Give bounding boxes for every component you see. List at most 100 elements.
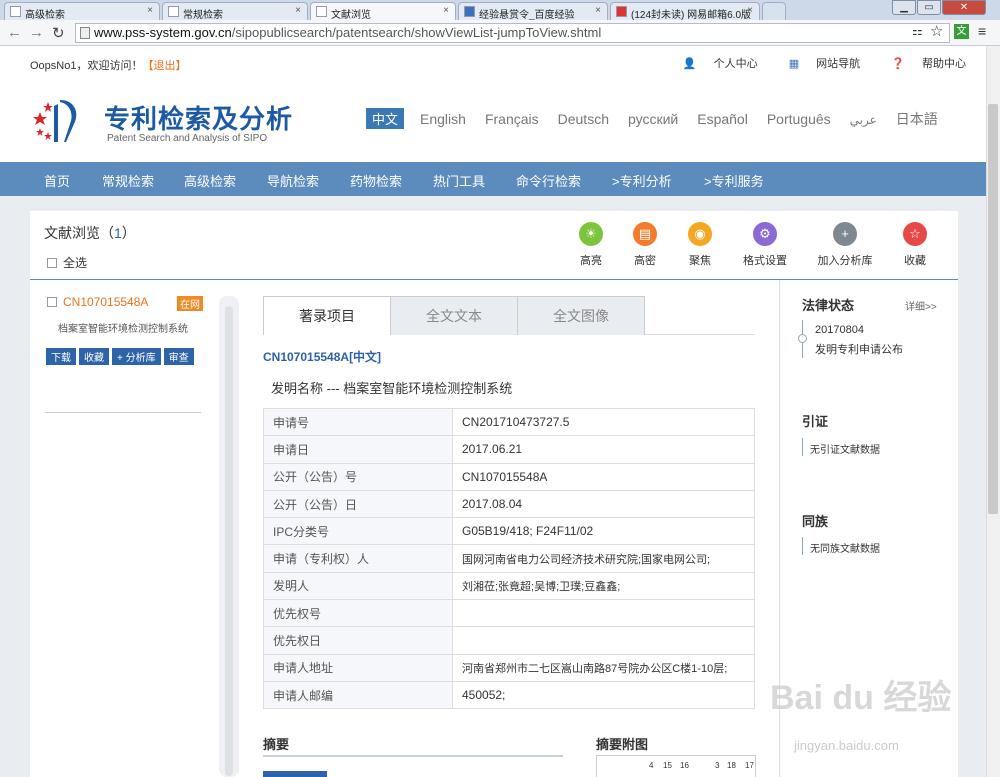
- tab-fulltext[interactable]: 全文文本: [390, 296, 518, 335]
- new-tab-button[interactable]: [762, 2, 786, 20]
- nav-hot-tools[interactable]: 热门工具: [433, 171, 485, 190]
- tab-label: 高级检索: [25, 10, 65, 20]
- reload-icon[interactable]: ↻: [52, 24, 65, 42]
- help-link[interactable]: ❓ 帮助中心: [877, 58, 966, 70]
- doc-count: 1: [114, 225, 122, 241]
- left-list-scrollbar[interactable]: [219, 296, 239, 777]
- tool-label: 加入分析库: [817, 255, 873, 267]
- logout-link[interactable]: 【退出】: [142, 60, 186, 72]
- nav-advanced-search[interactable]: 高级检索: [184, 171, 236, 190]
- forward-icon[interactable]: →: [29, 24, 44, 41]
- menu-icon[interactable]: ≡: [978, 23, 986, 39]
- close-window-icon[interactable]: ✕: [942, 0, 986, 15]
- collect-button[interactable]: 收藏: [79, 348, 109, 365]
- page-scrollbar[interactable]: [986, 46, 1000, 777]
- table-row: 申请人地址 河南省郑州市二七区嵩山南路87号院办公区C楼1-10层;: [263, 653, 755, 682]
- abstract-tab[interactable]: [263, 771, 327, 777]
- citation-info: 无引证文献数据: [810, 445, 880, 456]
- download-button[interactable]: 下载: [46, 348, 76, 365]
- timeline-dot: [798, 334, 807, 343]
- legal-status-more-link[interactable]: 详细>>: [905, 298, 937, 313]
- back-icon[interactable]: ←: [7, 24, 22, 41]
- left-patent-number[interactable]: CN107015548A: [63, 295, 148, 309]
- lang-english[interactable]: English: [420, 111, 466, 127]
- mail-icon: [616, 6, 627, 17]
- browser-tab[interactable]: 高级检索 ×: [4, 2, 160, 20]
- translate-icon[interactable]: ⚏: [912, 24, 923, 38]
- figure-label: 15: [663, 761, 672, 770]
- lang-french[interactable]: Français: [485, 111, 539, 127]
- browser-tab-active[interactable]: 文献浏览 ×: [310, 2, 456, 20]
- figure-label: 17: [745, 761, 754, 770]
- url-input[interactable]: www.pss-system.gov.cn/sipopublicsearch/p…: [75, 23, 950, 43]
- abstract-figure-image[interactable]: 4 15 16 3 18 17: [596, 755, 756, 777]
- lang-spanish[interactable]: Español: [697, 111, 748, 127]
- legal-event: 发明专利申请公布: [815, 344, 903, 356]
- field-value: CN107015548A: [452, 462, 755, 491]
- tab-label: 常规检索: [183, 10, 223, 20]
- left-patent-item[interactable]: CN107015548A: [47, 295, 148, 309]
- browser-tab[interactable]: 经验悬赏令_百度经验 ×: [458, 2, 608, 20]
- add-analysis-button[interactable]: + 分析库: [112, 348, 161, 365]
- nav-navigation-search[interactable]: 导航检索: [267, 171, 319, 190]
- maximize-icon[interactable]: ▭: [917, 0, 941, 15]
- close-icon[interactable]: ×: [747, 5, 753, 16]
- review-button[interactable]: 审查: [163, 348, 194, 365]
- lang-german[interactable]: Deutsch: [558, 111, 609, 127]
- url-path: /sipopublicsearch/patentsearch/showViewL…: [231, 25, 602, 40]
- tab-fullimage[interactable]: 全文图像: [517, 296, 645, 335]
- close-icon[interactable]: ×: [147, 5, 153, 16]
- close-icon[interactable]: ×: [595, 5, 601, 16]
- checkbox-icon[interactable]: [47, 258, 57, 268]
- focus-button[interactable]: ◉ 聚焦: [670, 222, 730, 268]
- minimize-icon[interactable]: ▁: [892, 0, 916, 15]
- divider: [802, 438, 803, 456]
- nav-home[interactable]: 首页: [44, 171, 70, 190]
- tool-label: 格式设置: [743, 255, 787, 267]
- star-icon: ☆: [903, 222, 927, 246]
- lang-portuguese[interactable]: Português: [767, 111, 831, 127]
- scrollbar-thumb[interactable]: [988, 104, 998, 514]
- field-value: [452, 599, 755, 628]
- favorite-button[interactable]: ☆ 收藏: [885, 222, 945, 268]
- nav-patent-service[interactable]: >专利服务: [704, 171, 764, 190]
- lang-russian[interactable]: русский: [628, 111, 678, 127]
- tab-bibliographic[interactable]: 著录项目: [263, 296, 391, 335]
- scrollbar-thumb[interactable]: [225, 306, 233, 776]
- tab-label: 经验悬赏令_百度经验: [479, 10, 575, 20]
- bulb-icon: ☀: [579, 222, 603, 246]
- baidu-icon: [464, 6, 475, 17]
- patent-number-heading[interactable]: CN107015548A[中文]: [263, 348, 381, 365]
- figure-label: 18: [727, 761, 736, 770]
- user-center-link[interactable]: 👤 个人中心: [669, 58, 758, 70]
- lang-chinese[interactable]: 中文: [366, 108, 405, 129]
- browser-tab[interactable]: (124封未读) 网易邮箱6.0版 ×: [610, 2, 760, 20]
- nav-patent-analysis[interactable]: >专利分析: [612, 171, 672, 190]
- table-row: 公开（公告）日 2017.08.04: [263, 489, 755, 519]
- lang-arabic[interactable]: عربي: [850, 113, 877, 127]
- select-all-checkbox[interactable]: 全选: [47, 254, 87, 271]
- browser-tab[interactable]: 常规检索 ×: [162, 2, 308, 20]
- close-icon[interactable]: ×: [295, 5, 301, 16]
- field-label: 申请人地址: [263, 653, 453, 682]
- format-settings-button[interactable]: ⚙ 格式设置: [735, 222, 795, 268]
- site-nav-link[interactable]: ▦ 网站导航: [775, 58, 860, 70]
- tool-label: 收藏: [904, 255, 926, 267]
- table-row: IPC分类号 G05B19/418; F24F11/02: [263, 517, 755, 546]
- checkbox-icon[interactable]: [47, 297, 57, 307]
- nav-regular-search[interactable]: 常规检索: [102, 171, 154, 190]
- nav-command-search[interactable]: 命令行检索: [516, 171, 581, 190]
- extension-icon[interactable]: 文: [954, 24, 969, 39]
- sipo-logo-icon[interactable]: [30, 96, 92, 144]
- lang-japanese[interactable]: 日本語: [896, 109, 938, 129]
- table-row: 申请日 2017.06.21: [263, 435, 755, 464]
- figure-label: 3: [715, 761, 720, 770]
- nav-drug-search[interactable]: 药物检索: [350, 171, 402, 190]
- highlight-button[interactable]: ☀ 高亮: [561, 222, 621, 268]
- add-to-analysis-button[interactable]: + 加入分析库: [815, 222, 875, 268]
- close-icon[interactable]: ×: [443, 5, 449, 16]
- site-header: 专利检索及分析 Patent Search and Analysis of SI…: [0, 78, 986, 162]
- site-subtitle: Patent Search and Analysis of SIPO: [107, 133, 268, 144]
- bookmark-star-icon[interactable]: ☆: [930, 22, 943, 40]
- high-density-button[interactable]: ▤ 高密: [615, 222, 675, 268]
